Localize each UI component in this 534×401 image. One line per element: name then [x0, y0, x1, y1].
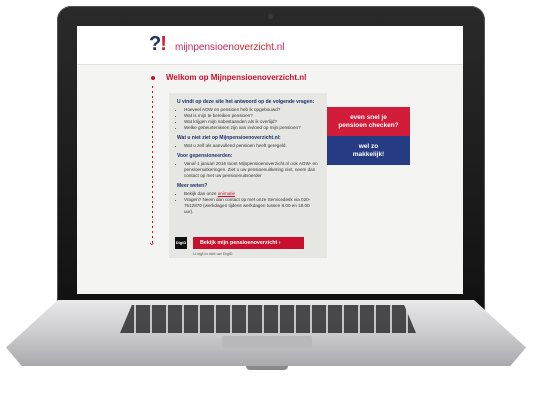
promo-bottom: wel zo makkelijk! — [327, 136, 410, 165]
not-list: Wat u zelf als aanvullend pensioen heeft… — [177, 143, 319, 149]
timeline-dot-icon — [151, 76, 155, 80]
camera-icon — [268, 14, 273, 19]
retiree-list: Vanaf 1 januari 2016 toont Mijnpensioeno… — [177, 161, 319, 179]
laptop-screen: ?! mijnpensioenoverzicht.nl Welkom op Mi… — [77, 26, 463, 294]
list-item: Wat u zelf als aanvullend pensioen heeft… — [184, 143, 319, 149]
chevron-down-icon: ⌄ — [148, 237, 156, 247]
list-item: Vanaf 1 januari 2016 toont Mijnpensioeno… — [184, 161, 319, 179]
promo-top: even snel je pensioen checken? — [327, 107, 410, 136]
intro-list: Hoeveel AOW en pensioen heb ik opgebouwd… — [177, 107, 319, 131]
more-list: Bekijk dan onze animatie Vragen? Neem da… — [177, 191, 319, 215]
info-panel: U vindt op deze site het antwoord op de … — [169, 93, 327, 258]
list-item: Welke gebeurtenissen zijn van invloed op… — [184, 125, 319, 131]
timeline-line — [152, 86, 153, 244]
promo-banner[interactable]: even snel je pensioen checken? wel zo ma… — [327, 107, 410, 165]
site-header: ?! mijnpensioenoverzicht.nl — [77, 26, 463, 65]
site-logo-text[interactable]: mijnpensioenoverzicht.nl — [175, 42, 285, 53]
page-title: Welkom op Mijnpensioenoverzicht.nl — [166, 73, 307, 82]
retiree-heading: Voor gepensioneerden: — [177, 153, 233, 159]
intro-heading: U vindt op deze site het antwoord op de … — [177, 99, 315, 105]
login-note: U logt in met uw DigiD — [193, 251, 233, 256]
laptop-notch — [246, 366, 288, 370]
logo-icon[interactable]: ?! — [149, 34, 167, 54]
animation-link[interactable]: animatie — [218, 191, 235, 196]
laptop-trackpad — [222, 336, 312, 348]
not-heading: Wat u niet ziet op Mijnpensioenoverzicht… — [177, 135, 281, 141]
list-item: Vragen? Neem dan contact op met onze Ser… — [184, 197, 319, 215]
digid-logo-icon: DigiD — [175, 237, 187, 249]
more-heading: Meer weten? — [177, 183, 208, 189]
view-pension-overview-button[interactable]: Bekijk mijn pensioenoverzicht › — [193, 237, 304, 249]
laptop-keyboard — [120, 305, 416, 333]
